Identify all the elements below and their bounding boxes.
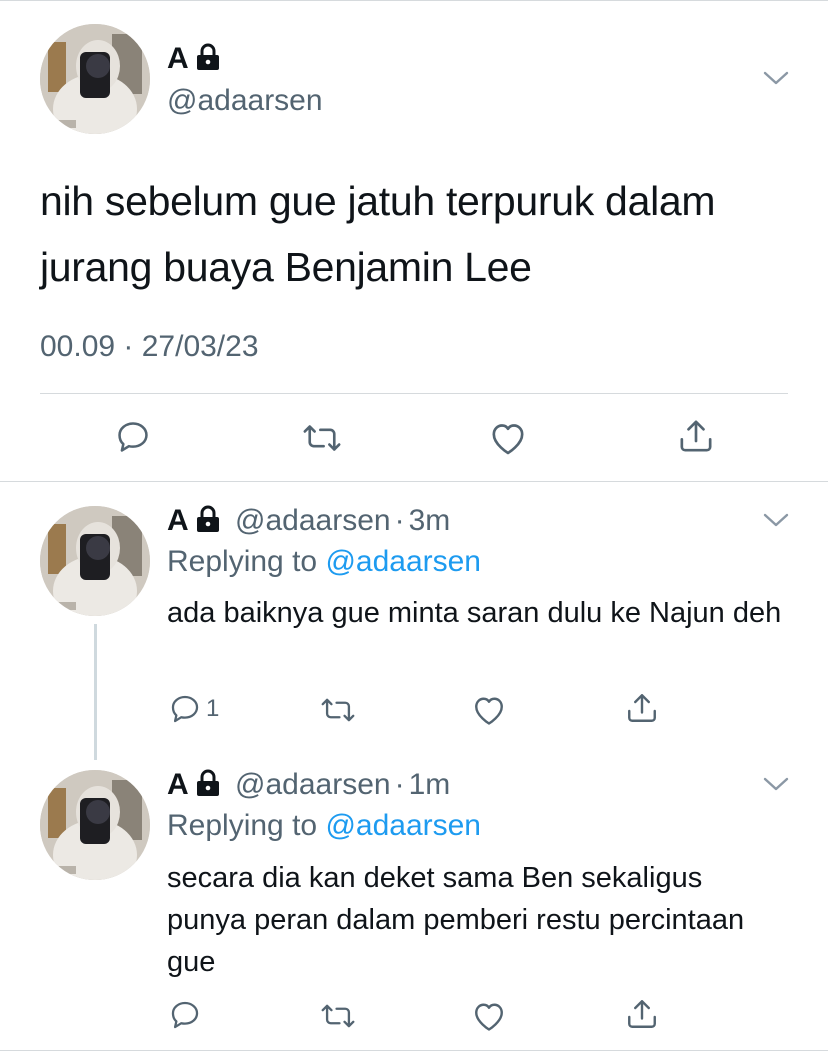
retweet-button[interactable]	[302, 420, 342, 456]
reply-author-name[interactable]: A	[167, 504, 189, 537]
avatar[interactable]	[40, 24, 150, 134]
reply-separator: ·	[394, 504, 405, 537]
reply-avatar[interactable]	[40, 770, 150, 880]
avatar-image	[40, 770, 150, 880]
reply-count: 1	[206, 695, 220, 722]
reply-text: ada baiknya gue minta saran dulu ke Naju…	[167, 597, 782, 629]
share-icon	[680, 420, 712, 452]
like-button[interactable]	[488, 419, 528, 457]
reply-author-handle[interactable]: @adaarsen	[235, 504, 391, 537]
share-icon	[628, 694, 656, 722]
lock-icon	[196, 43, 219, 70]
tweet-timestamp[interactable]: 00.09 · 27/03/23	[40, 330, 259, 364]
reply-button[interactable]	[168, 998, 202, 1032]
like-icon	[492, 424, 524, 455]
reply-text: secara dia kan deket sama Ben sekaligus …	[167, 862, 745, 978]
reply-icon	[171, 695, 199, 723]
lock-icon	[196, 505, 219, 532]
reply-icon	[118, 422, 148, 452]
thread-line	[94, 624, 97, 760]
share-button[interactable]	[676, 416, 716, 456]
reply-icon	[171, 1001, 199, 1029]
replying-prefix: Replying to	[167, 545, 318, 578]
author-handle[interactable]: @adaarsen	[167, 84, 323, 118]
chevron-down-icon[interactable]	[762, 510, 790, 530]
reply-author-handle[interactable]: @adaarsen	[235, 768, 391, 801]
avatar-image	[40, 24, 150, 134]
share-button[interactable]	[624, 996, 660, 1032]
replying-mention[interactable]: @adaarsen	[325, 545, 481, 578]
avatar-image	[40, 506, 150, 616]
like-button[interactable]	[471, 999, 507, 1033]
chevron-down-icon[interactable]	[762, 68, 790, 88]
bottom-divider	[0, 1050, 828, 1051]
reply-header: A @adaarsen · 1m	[167, 768, 450, 802]
retweet-icon	[303, 425, 341, 451]
author-name[interactable]: A	[167, 42, 221, 76]
timestamp-divider	[40, 393, 788, 394]
lock-icon	[196, 769, 219, 796]
author-name-text: A	[167, 42, 189, 75]
reply-button[interactable]	[114, 418, 152, 456]
reply-time[interactable]: 1m	[409, 768, 451, 801]
reply-avatar[interactable]	[40, 506, 150, 616]
replying-to: Replying to @adaarsen	[167, 545, 481, 579]
replying-to: Replying to @adaarsen	[167, 809, 481, 843]
reply-separator: ·	[394, 768, 405, 801]
top-divider	[0, 0, 828, 1]
like-button[interactable]	[471, 693, 507, 727]
chevron-down-icon[interactable]	[762, 774, 790, 794]
replying-prefix: Replying to	[167, 809, 318, 842]
retweet-button[interactable]	[320, 1000, 356, 1032]
reply-button[interactable]: 1	[168, 692, 219, 726]
retweet-icon	[321, 1004, 355, 1028]
like-icon	[475, 1003, 503, 1031]
reply-time[interactable]: 3m	[409, 504, 451, 537]
share-button[interactable]	[624, 690, 660, 726]
share-icon	[628, 1000, 656, 1028]
retweet-icon	[321, 698, 355, 722]
replying-mention[interactable]: @adaarsen	[325, 809, 481, 842]
main-tweet-divider	[0, 481, 828, 482]
tweet-text: nih sebelum gue jatuh terpuruk dalam jur…	[40, 178, 716, 290]
reply-author-name[interactable]: A	[167, 768, 189, 801]
like-icon	[475, 697, 503, 725]
retweet-button[interactable]	[320, 694, 356, 726]
reply-header: A @adaarsen · 3m	[167, 504, 450, 538]
